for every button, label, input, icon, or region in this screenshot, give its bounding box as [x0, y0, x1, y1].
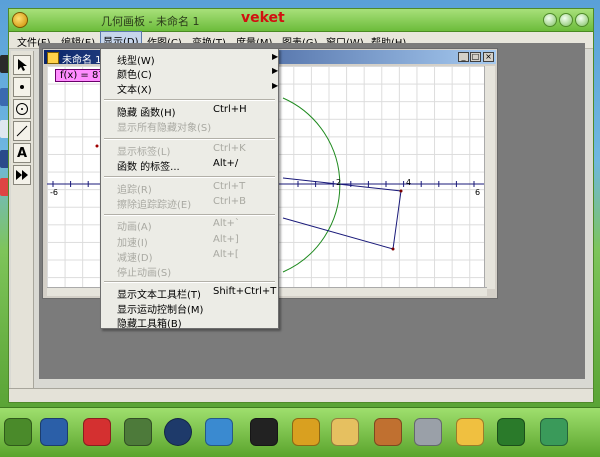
menu-item-slow-down[interactable]: 减速(D) Alt+[ — [101, 249, 278, 264]
polygon[interactable] — [282, 177, 402, 250]
menu-item-text[interactable]: 文本(X) ▶ — [101, 81, 279, 96]
menu-item-line-style[interactable]: 线型(W) ▶ — [101, 52, 279, 67]
media-player-icon[interactable] — [164, 418, 192, 446]
circle-icon — [16, 103, 28, 115]
menu-item-erase-traces[interactable]: 擦除追踪踪迹(E) Ctrl+B — [101, 196, 278, 211]
menu-separator — [104, 176, 275, 178]
tick-label: -6 — [50, 188, 58, 197]
close-button[interactable] — [575, 13, 589, 27]
doc-maximize-button[interactable]: □ — [470, 52, 481, 62]
window-title: 几何画板 - 未命名 1 — [101, 15, 200, 28]
menu-item-color[interactable]: 颜色(C) ▶ — [101, 66, 279, 81]
point-tool[interactable] — [13, 77, 31, 97]
minimize-button[interactable] — [543, 13, 557, 27]
menu-separator — [104, 281, 275, 283]
status-bar — [9, 388, 593, 402]
display-menu: 线型(W) ▶ 颜色(C) ▶ 文本(X) ▶ 隐藏 函数(H) Ctrl+H 显示所有… — [100, 48, 279, 330]
menu-separator — [104, 99, 275, 101]
point[interactable] — [95, 144, 99, 148]
tick-label: 2 — [336, 178, 342, 187]
custom-tool[interactable] — [13, 165, 31, 185]
menu-item-function-label[interactable]: 函数 的标签... Alt+/ — [101, 158, 278, 173]
menu-item-hide-toolbox[interactable]: 隐藏工具箱(B) — [101, 315, 278, 330]
image-viewer-icon[interactable] — [331, 418, 359, 446]
toolbox: A — [11, 51, 34, 389]
help-icon[interactable] — [497, 418, 525, 446]
submenu-arrow-icon: ▶ — [272, 52, 279, 61]
title-bar[interactable]: 几何画板 - 未命名 1 veket — [9, 9, 593, 32]
menu-item-show-labels[interactable]: 显示标签(L) Ctrl+K — [101, 143, 278, 158]
menu-item-trace[interactable]: 追踪(R) Ctrl+T — [101, 181, 278, 196]
circle-arc[interactable] — [282, 97, 341, 273]
vertex-point[interactable] — [399, 189, 403, 193]
app-icon[interactable] — [12, 12, 28, 28]
menu-item-show-text-toolbar[interactable]: 显示文本工具栏(T) Shift+Ctrl+T — [101, 286, 278, 301]
taskbar — [0, 407, 600, 457]
arrow-tool[interactable] — [13, 55, 31, 75]
notepad-icon[interactable] — [124, 418, 152, 446]
brand-label: veket — [241, 10, 285, 26]
tick-label: 6 — [475, 188, 481, 197]
menu-separator — [104, 138, 275, 140]
submenu-arrow-icon: ▶ — [272, 66, 279, 75]
document-title: 未命名 1 — [62, 55, 102, 66]
play-icon — [16, 170, 28, 180]
text-tool[interactable]: A — [13, 143, 31, 163]
menu-item-speed-up[interactable]: 加速(I) Alt+] — [101, 234, 278, 249]
taskbar-app-icon[interactable] — [4, 418, 32, 446]
photo-icon[interactable] — [456, 418, 484, 446]
tick-label: 4 — [406, 178, 412, 187]
vertex-point[interactable] — [391, 247, 395, 251]
arrow-icon — [18, 59, 27, 71]
folder-icon[interactable] — [292, 418, 320, 446]
line-tool[interactable] — [13, 121, 31, 141]
usb-drive-icon[interactable] — [414, 418, 442, 446]
menu-item-stop-animation[interactable]: 停止动画(S) — [101, 264, 278, 279]
mascot-icon[interactable] — [83, 418, 111, 446]
vertical-scrollbar[interactable] — [484, 66, 495, 289]
monitor-icon[interactable] — [40, 418, 68, 446]
menu-item-show-all-hidden[interactable]: 显示所有隐藏对象(S) — [101, 119, 278, 134]
menu-item-show-motion-controller[interactable]: 显示运动控制台(M) — [101, 301, 278, 316]
menu-item-animate[interactable]: 动画(A) Alt+` — [101, 218, 278, 233]
point-icon — [20, 85, 24, 89]
menu-item-hide-function[interactable]: 隐藏 函数(H) Ctrl+H — [101, 104, 278, 119]
webcam-icon[interactable] — [540, 418, 568, 446]
line-icon — [16, 125, 28, 137]
penguin-icon[interactable] — [250, 418, 278, 446]
compass-tool[interactable] — [13, 99, 31, 119]
maximize-button[interactable] — [559, 13, 573, 27]
menu-separator — [104, 214, 275, 216]
paint-icon[interactable] — [374, 418, 402, 446]
network-icon[interactable] — [205, 418, 233, 446]
doc-minimize-button[interactable]: _ — [458, 52, 469, 62]
submenu-arrow-icon: ▶ — [272, 81, 279, 90]
document-icon[interactable] — [47, 52, 59, 64]
doc-close-button[interactable]: × — [483, 52, 494, 62]
